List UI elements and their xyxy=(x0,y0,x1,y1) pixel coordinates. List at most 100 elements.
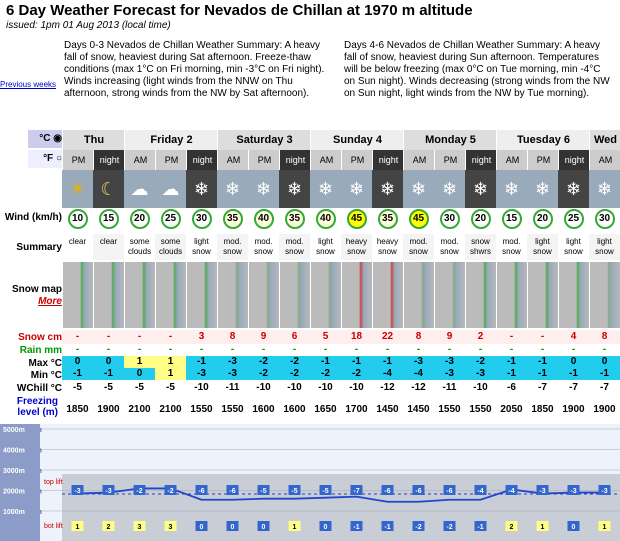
snow-value: 2 xyxy=(465,330,496,344)
period-header: PM xyxy=(527,150,559,170)
bot-temp-value: -1 xyxy=(353,524,359,531)
wchill-value: -10 xyxy=(287,382,302,393)
snow-value: 22 xyxy=(372,330,403,344)
celsius-toggle[interactable]: °C ◉ xyxy=(28,130,62,148)
snow-map-thumbnail[interactable] xyxy=(310,262,342,328)
freezing-value: 2100 xyxy=(128,404,151,415)
wchill-value: -11 xyxy=(442,382,457,393)
snowmap-label: Snow map xyxy=(11,284,62,295)
snow-map-thumbnail[interactable] xyxy=(124,262,156,328)
bot-temp-value: 0 xyxy=(200,524,204,531)
fahrenheit-toggle[interactable]: °F ○ xyxy=(28,150,62,168)
bot-temp-value: 3 xyxy=(169,524,173,531)
mountain-backdrop xyxy=(62,474,620,541)
snow-map-thumbnail[interactable] xyxy=(186,262,218,328)
min-value: -1 xyxy=(496,368,527,380)
wind-speed: 30 xyxy=(594,209,615,229)
top-temp-value: -5 xyxy=(322,488,328,495)
weather-icon: ❄ xyxy=(589,170,620,208)
rain-value: - xyxy=(230,344,235,355)
bot-temp-value: 0 xyxy=(572,524,576,531)
max-value: -1 xyxy=(186,356,217,368)
altitude-tick: 2000m xyxy=(3,489,25,496)
max-value: -1 xyxy=(372,356,403,368)
wind-cell: 25 xyxy=(558,206,589,232)
top-temp-value: -4 xyxy=(508,488,514,495)
snow-map-thumbnail[interactable] xyxy=(62,262,94,328)
snow-map-thumbnail[interactable] xyxy=(155,262,187,328)
weather-icon: ❄ xyxy=(434,170,465,208)
top-temp-value: -6 xyxy=(198,488,204,495)
snowmap-more-link[interactable]: More xyxy=(0,296,62,307)
snow-map-thumbnail[interactable] xyxy=(434,262,466,328)
axis-panel xyxy=(0,424,40,541)
min-value: -3 xyxy=(217,368,248,380)
day-header: Monday 5 xyxy=(403,130,497,150)
snow-map-thumbnail[interactable] xyxy=(589,262,620,328)
day-header: Sunday 4 xyxy=(310,130,404,150)
snow-value: - xyxy=(496,330,527,344)
snow-map-thumbnail[interactable] xyxy=(496,262,528,328)
max-value: -2 xyxy=(248,356,279,368)
min-value: -2 xyxy=(279,368,310,380)
summary-cell: heavy snow xyxy=(372,234,403,260)
min-value: -1 xyxy=(93,368,124,380)
snow-map-thumbnail[interactable] xyxy=(93,262,125,328)
period-header: AM xyxy=(403,150,435,170)
page-title: 6 Day Weather Forecast for Nevados de Ch… xyxy=(6,2,473,19)
weather-icon: ❄ xyxy=(527,170,558,208)
snow-map-thumbnail[interactable] xyxy=(341,262,373,328)
snow-map-thumbnail[interactable] xyxy=(558,262,590,328)
weather-icon: ❄ xyxy=(403,170,434,208)
snow-map-thumbnail[interactable] xyxy=(465,262,497,328)
wind-cell: 45 xyxy=(403,206,434,232)
snow-map-thumbnail[interactable] xyxy=(403,262,435,328)
snow-value: 8 xyxy=(403,330,434,344)
snow-value: 18 xyxy=(341,330,372,344)
summary-cell: clear xyxy=(62,234,93,260)
wchill-label: WChill °C xyxy=(16,383,62,394)
snow-map-thumbnail[interactable] xyxy=(527,262,559,328)
freezing-value: 1700 xyxy=(345,404,368,415)
wind-speed: 15 xyxy=(98,209,119,229)
freezing-value: 1900 xyxy=(562,404,585,415)
wind-cell: 20 xyxy=(465,206,496,232)
min-value: -3 xyxy=(186,368,217,380)
wind-cell: 45 xyxy=(341,206,372,232)
bot-temp-value: -1 xyxy=(384,524,390,531)
wind-speed: 20 xyxy=(470,209,491,229)
period-header: night xyxy=(93,150,125,170)
wind-speed: 30 xyxy=(439,209,460,229)
previous-weeks-link[interactable]: Previous weeks xyxy=(0,80,60,89)
snow-value: 6 xyxy=(279,330,310,344)
top-temp-value: -7 xyxy=(353,488,359,495)
wind-cell: 35 xyxy=(217,206,248,232)
top-temp-value: -6 xyxy=(415,488,421,495)
max-value: -1 xyxy=(527,356,558,368)
min-value: -2 xyxy=(341,368,372,380)
snow-map-thumbnail[interactable] xyxy=(217,262,249,328)
top-temp-value: -3 xyxy=(105,488,111,495)
wind-speed: 40 xyxy=(253,209,274,229)
weather-icon: ❄ xyxy=(372,170,403,208)
rain-value: - xyxy=(292,344,297,355)
bot-lift-label: bot lift xyxy=(44,523,63,530)
bot-temp-value: 1 xyxy=(603,524,607,531)
freezing-value: 1550 xyxy=(469,404,492,415)
freezing-value: 1600 xyxy=(283,404,306,415)
period-header: PM xyxy=(341,150,373,170)
summary-label: Summary xyxy=(16,242,62,253)
wind-speed: 35 xyxy=(222,209,243,229)
snow-map-thumbnail[interactable] xyxy=(248,262,280,328)
freezing-value: 1900 xyxy=(97,404,120,415)
freezing-value: 1450 xyxy=(407,404,430,415)
period-header: AM xyxy=(589,150,620,170)
wind-cell: 40 xyxy=(248,206,279,232)
rain-value: - xyxy=(540,344,545,355)
min-value: -4 xyxy=(372,368,403,380)
snow-map-thumbnail[interactable] xyxy=(372,262,404,328)
top-temp-value: -3 xyxy=(601,488,607,495)
snow-map-thumbnail[interactable] xyxy=(279,262,311,328)
day-header: Tuesday 6 xyxy=(496,130,590,150)
summary-cell: light snow xyxy=(589,234,620,260)
